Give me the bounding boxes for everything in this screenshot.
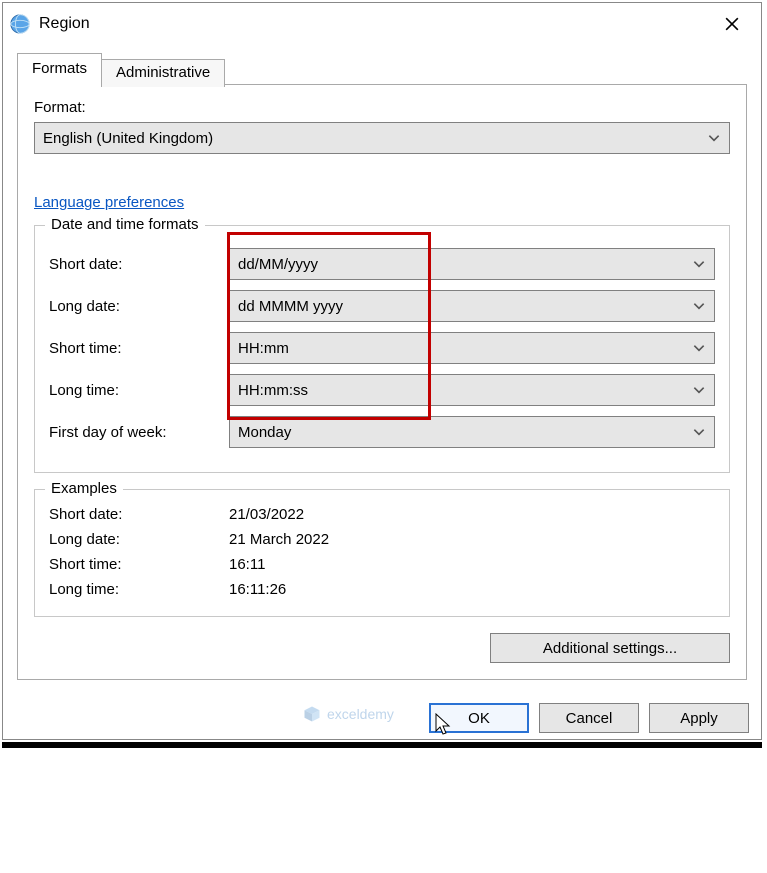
apply-button[interactable]: Apply bbox=[649, 703, 749, 733]
short-date-select[interactable]: dd/MM/yyyy bbox=[229, 248, 715, 280]
dialog-body: Formats Administrative Format: English (… bbox=[3, 45, 761, 693]
ex-short-date-label: Short date: bbox=[49, 506, 229, 523]
date-time-formats-group: Date and time formats Short date: dd/MM/… bbox=[34, 225, 730, 473]
language-preferences-link[interactable]: Language preferences bbox=[34, 194, 184, 211]
format-value: English (United Kingdom) bbox=[43, 130, 213, 147]
long-date-label: Long date: bbox=[49, 298, 229, 315]
short-time-value: HH:mm bbox=[238, 340, 289, 357]
formats-panel: Format: English (United Kingdom) Languag… bbox=[17, 84, 747, 680]
region-dialog: Region Formats Administrative Format: En… bbox=[2, 2, 762, 740]
short-time-select[interactable]: HH:mm bbox=[229, 332, 715, 364]
long-date-value: dd MMMM yyyy bbox=[238, 298, 343, 315]
ex-long-date-label: Long date: bbox=[49, 531, 229, 548]
bottom-edge bbox=[2, 742, 762, 748]
first-day-label: First day of week: bbox=[49, 424, 229, 441]
tabstrip: Formats Administrative bbox=[17, 53, 747, 85]
chevron-down-icon bbox=[707, 131, 721, 145]
chevron-down-icon bbox=[692, 257, 706, 271]
ex-short-time-label: Short time: bbox=[49, 556, 229, 573]
ex-long-time-label: Long time: bbox=[49, 581, 229, 598]
first-day-select[interactable]: Monday bbox=[229, 416, 715, 448]
long-time-select[interactable]: HH:mm:ss bbox=[229, 374, 715, 406]
tab-administrative[interactable]: Administrative bbox=[101, 59, 225, 87]
close-button[interactable] bbox=[709, 7, 755, 41]
short-date-value: dd/MM/yyyy bbox=[238, 256, 318, 273]
long-date-select[interactable]: dd MMMM yyyy bbox=[229, 290, 715, 322]
watermark: exceldemy bbox=[303, 705, 394, 723]
chevron-down-icon bbox=[692, 299, 706, 313]
close-icon bbox=[725, 17, 739, 31]
long-time-value: HH:mm:ss bbox=[238, 382, 308, 399]
additional-settings-button[interactable]: Additional settings... bbox=[490, 633, 730, 663]
chevron-down-icon bbox=[692, 341, 706, 355]
format-label: Format: bbox=[34, 99, 730, 116]
window-title: Region bbox=[39, 15, 709, 33]
chevron-down-icon bbox=[692, 425, 706, 439]
long-time-label: Long time: bbox=[49, 382, 229, 399]
tab-formats[interactable]: Formats bbox=[17, 53, 102, 85]
short-date-label: Short date: bbox=[49, 256, 229, 273]
examples-group: Examples Short date: 21/03/2022 Long dat… bbox=[34, 489, 730, 617]
cursor-icon bbox=[435, 713, 455, 737]
ex-long-date-value: 21 March 2022 bbox=[229, 531, 715, 548]
ex-short-time-value: 16:11 bbox=[229, 556, 715, 573]
ex-short-date-value: 21/03/2022 bbox=[229, 506, 715, 523]
short-time-label: Short time: bbox=[49, 340, 229, 357]
date-time-legend: Date and time formats bbox=[45, 216, 205, 233]
first-day-value: Monday bbox=[238, 424, 291, 441]
dialog-button-bar: exceldemy OK Cancel Apply bbox=[3, 693, 761, 739]
titlebar: Region bbox=[3, 3, 761, 45]
ex-long-time-value: 16:11:26 bbox=[229, 581, 715, 598]
cube-icon bbox=[303, 705, 321, 723]
cancel-button[interactable]: Cancel bbox=[539, 703, 639, 733]
examples-legend: Examples bbox=[45, 480, 123, 497]
chevron-down-icon bbox=[692, 383, 706, 397]
format-select[interactable]: English (United Kingdom) bbox=[34, 122, 730, 154]
globe-icon bbox=[9, 13, 31, 35]
